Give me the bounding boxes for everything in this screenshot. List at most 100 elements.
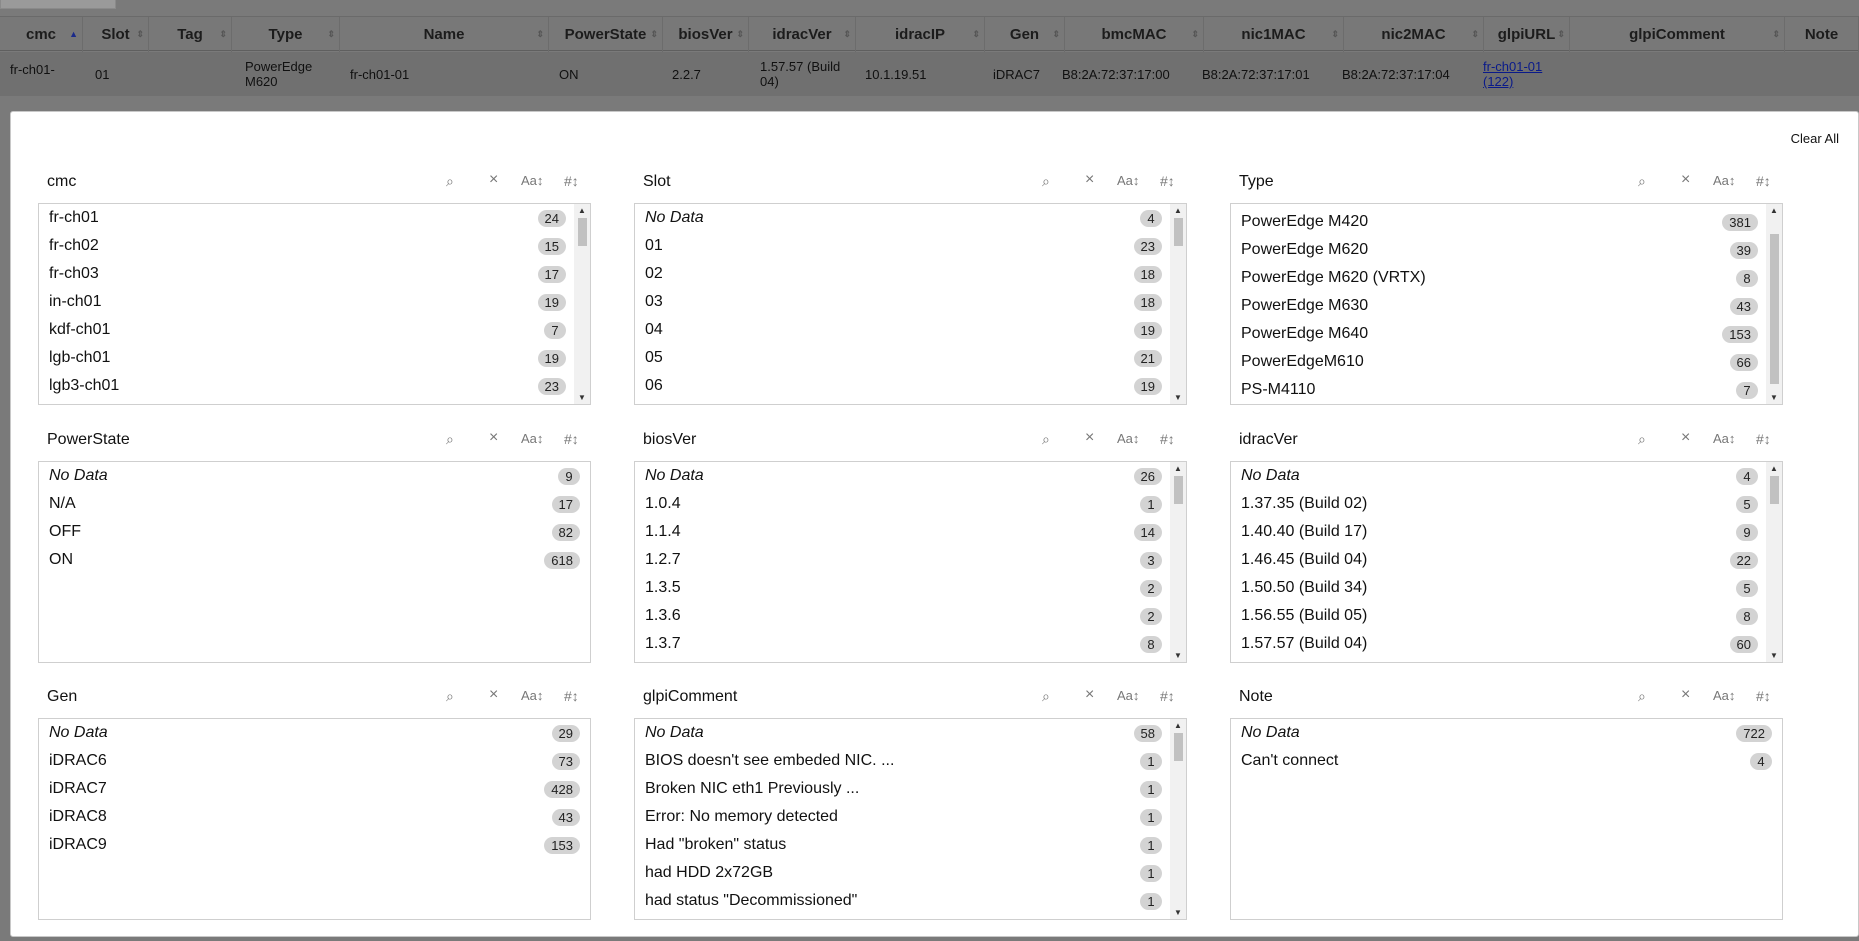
filter-value-item[interactable]: PowerEdgeM610 66	[1231, 348, 1782, 376]
scroll-up-icon[interactable]: ▲	[1170, 206, 1186, 215]
filter-value-item[interactable]: No Data 4	[1231, 462, 1782, 490]
filter-value-item[interactable]: Error: No memory detected 1	[635, 803, 1186, 831]
filter-value-item[interactable]: No Data 58	[635, 719, 1186, 747]
scrollbar[interactable]: ▲ ▼	[1766, 204, 1782, 404]
sort-alpha-icon[interactable]: Aa↕	[521, 431, 543, 446]
header-name[interactable]: Name ⇕	[340, 17, 549, 52]
scroll-up-icon[interactable]: ▲	[1170, 464, 1186, 473]
filter-value-list[interactable]: No Data 26 1.0.4 1 1.1.4 14 1.2.7 3 1.3.5 2 1.3.6 2…	[634, 461, 1187, 663]
header-type[interactable]: Type ⇕	[232, 17, 340, 52]
filter-value-item[interactable]: No Data 26	[635, 462, 1186, 490]
scroll-down-icon[interactable]: ▼	[574, 393, 590, 402]
filter-value-item[interactable]: PS-M4110 7	[1231, 376, 1782, 404]
sort-numeric-icon[interactable]: #↕	[564, 431, 579, 447]
filter-value-item[interactable]: ON 618	[39, 546, 590, 574]
scrollbar[interactable]: ▲ ▼	[574, 204, 590, 404]
filter-value-item[interactable]: 1.57.57 (Build 04) 60	[1231, 630, 1782, 658]
search-icon[interactable]: ⌕	[1638, 431, 1646, 448]
filter-value-item[interactable]: No Data 4	[635, 204, 1186, 232]
header-glpicomment[interactable]: glpiComment ⇕	[1570, 17, 1785, 52]
scrollbar-thumb[interactable]	[1770, 476, 1779, 504]
filter-value-item[interactable]: iDRAC7 428	[39, 775, 590, 803]
clear-filter-icon[interactable]: ×	[1085, 686, 1094, 704]
sort-alpha-icon[interactable]: Aa↕	[1117, 431, 1139, 446]
sort-alpha-icon[interactable]: Aa↕	[521, 173, 543, 188]
scrollbar-thumb[interactable]	[578, 218, 587, 246]
header-idracip[interactable]: idracIP ⇕	[856, 17, 985, 52]
sort-numeric-icon[interactable]: #↕	[1160, 173, 1175, 189]
scrollbar-thumb[interactable]	[1174, 733, 1183, 761]
clear-all-button[interactable]: Clear All	[1791, 131, 1839, 146]
search-icon[interactable]: ⌕	[446, 688, 454, 705]
filter-value-item[interactable]: iDRAC6 73	[39, 747, 590, 775]
filter-value-item[interactable]: 01 23	[635, 232, 1186, 260]
clear-filter-icon[interactable]: ×	[489, 429, 498, 447]
filter-value-item[interactable]: Can't connect 4	[1231, 747, 1782, 775]
filter-value-item[interactable]: Broken NIC eth1 Previously ... 1	[635, 775, 1186, 803]
filter-value-item[interactable]: fr-ch03 17	[39, 260, 590, 288]
header-idracver[interactable]: idracVer ⇕	[749, 17, 856, 52]
filter-value-item[interactable]: Had "broken" status 1	[635, 831, 1186, 859]
clear-filter-icon[interactable]: ×	[1681, 171, 1690, 189]
filter-value-item[interactable]: OFF 82	[39, 518, 590, 546]
header-gen[interactable]: Gen ⇕	[985, 17, 1065, 52]
sort-alpha-icon[interactable]: Aa↕	[521, 688, 543, 703]
sort-alpha-icon[interactable]: Aa↕	[1713, 431, 1735, 446]
filter-value-item[interactable]: PowerEdge M620 (VRTX) 8	[1231, 264, 1782, 292]
filter-value-item[interactable]: PowerEdge M640 153	[1231, 320, 1782, 348]
filter-value-item[interactable]: had status "Decommissioned" 1	[635, 887, 1186, 915]
filter-value-list[interactable]: fr-ch01 24 fr-ch02 15 fr-ch03 17 in-ch01 19 kdf-…	[38, 203, 591, 405]
filter-value-item[interactable]: No Data 29	[39, 719, 590, 747]
sort-numeric-icon[interactable]: #↕	[1160, 431, 1175, 447]
clear-filter-icon[interactable]: ×	[489, 171, 498, 189]
filter-value-item[interactable]: 05 21	[635, 344, 1186, 372]
scrollbar[interactable]: ▲ ▼	[1170, 204, 1186, 404]
filter-value-list[interactable]: No Data 4 1.37.35 (Build 02) 5 1.40.40 (Buil…	[1230, 461, 1783, 663]
filter-value-list[interactable]: No Data 29 iDRAC6 73 iDRAC7 428 iDRAC8 43 iDRAC9…	[38, 718, 591, 920]
header-tag[interactable]: Tag ⇕	[149, 17, 232, 52]
sort-numeric-icon[interactable]: #↕	[1756, 431, 1771, 447]
filter-value-item[interactable]: 03 18	[635, 288, 1186, 316]
search-icon[interactable]: ⌕	[1042, 688, 1050, 705]
sort-alpha-icon[interactable]: Aa↕	[1713, 688, 1735, 703]
filter-value-item[interactable]: iDRAC8 43	[39, 803, 590, 831]
filter-value-item[interactable]: fr-ch02 15	[39, 232, 590, 260]
sort-alpha-icon[interactable]: Aa↕	[1713, 173, 1735, 188]
scrollbar[interactable]: ▲ ▼	[1170, 719, 1186, 919]
filter-value-list[interactable]: No Data 9 N/A 17 OFF 82 ON 618	[38, 461, 591, 663]
glpi-url-link[interactable]: fr-ch01-01 (122)	[1483, 52, 1563, 96]
filter-value-item[interactable]: kdf-ch01 7	[39, 316, 590, 344]
filter-value-item[interactable]: 1.2.7 3	[635, 546, 1186, 574]
clear-filter-icon[interactable]: ×	[1681, 429, 1690, 447]
sort-numeric-icon[interactable]: #↕	[1160, 688, 1175, 704]
filter-value-item[interactable]: 02 18	[635, 260, 1186, 288]
scrollbar[interactable]: ▲ ▼	[1766, 462, 1782, 662]
scroll-down-icon[interactable]: ▼	[1170, 393, 1186, 402]
filter-value-item[interactable]: 1.3.6 2	[635, 602, 1186, 630]
scroll-down-icon[interactable]: ▼	[1170, 651, 1186, 660]
scroll-up-icon[interactable]: ▲	[1766, 206, 1782, 215]
header-powerstate[interactable]: PowerState ⇕	[549, 17, 663, 52]
search-icon[interactable]: ⌕	[1042, 173, 1050, 190]
filter-value-list[interactable]: No Data 58 BIOS doesn't see embeded NIC. .…	[634, 718, 1187, 920]
scrollbar-thumb[interactable]	[1174, 218, 1183, 246]
filter-value-item[interactable]: 1.0.4 1	[635, 490, 1186, 518]
filter-value-list[interactable]: No Data 4 01 23 02 18 03 18 04 19 05 21 06 19 ▲ ▼	[634, 203, 1187, 405]
filter-value-item[interactable]: iDRAC9 153	[39, 831, 590, 859]
filter-value-item[interactable]: in-ch01 19	[39, 288, 590, 316]
header-nic2mac[interactable]: nic2MAC ⇕	[1344, 17, 1484, 52]
header-nic1mac[interactable]: nic1MAC ⇕	[1204, 17, 1344, 52]
filter-value-item[interactable]: N/A 17	[39, 490, 590, 518]
header-bmcmac[interactable]: bmcMAC ⇕	[1065, 17, 1204, 52]
filter-value-list[interactable]: No Data 722 Can't connect 4	[1230, 718, 1783, 920]
sort-numeric-icon[interactable]: #↕	[564, 173, 579, 189]
clear-filter-icon[interactable]: ×	[489, 686, 498, 704]
filter-value-item[interactable]: PowerEdge M630 43	[1231, 292, 1782, 320]
header-slot[interactable]: Slot ⇕	[83, 17, 149, 52]
filter-value-item[interactable]: 1.46.45 (Build 04) 22	[1231, 546, 1782, 574]
scroll-down-icon[interactable]: ▼	[1170, 908, 1186, 917]
scroll-down-icon[interactable]: ▼	[1766, 393, 1782, 402]
filter-value-item[interactable]: BIOS doesn't see embeded NIC. ... 1	[635, 747, 1186, 775]
sort-numeric-icon[interactable]: #↕	[564, 688, 579, 704]
filter-value-item[interactable]: PowerEdge M420 381	[1231, 208, 1782, 236]
